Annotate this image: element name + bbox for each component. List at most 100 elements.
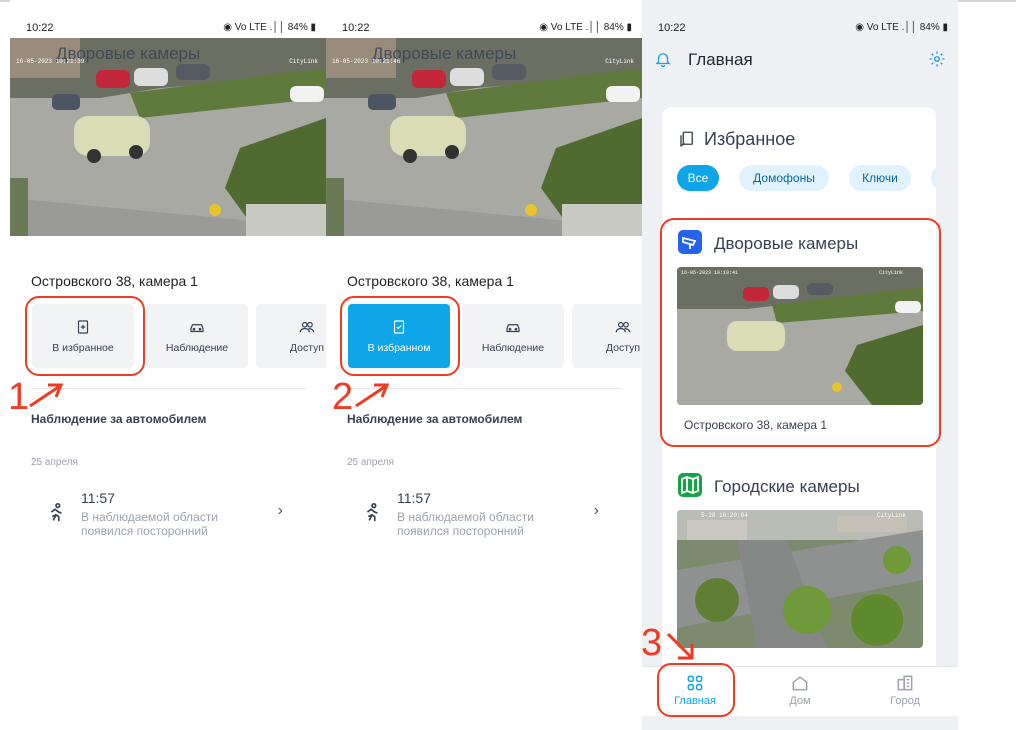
screen-1: 10:22 ◉ Vo LTE .││ 84% ▮ Дворовые камеры…: [10, 0, 326, 730]
event-item[interactable]: 11:57 В наблюдаемой области появился пос…: [31, 488, 291, 544]
section-title: Наблюдение за автомобилем: [31, 412, 207, 426]
yard-thumb-brand: CityLink: [879, 270, 903, 276]
step-1-label: 1: [8, 376, 30, 418]
app-header: Главная: [642, 38, 958, 82]
camera-title: Островского 38, камера 1: [347, 273, 514, 289]
event-item[interactable]: 11:57 В наблюдаемой области появился пос…: [347, 488, 607, 544]
nav-home[interactable]: Главная: [660, 673, 730, 707]
divider: [31, 388, 306, 389]
running-person-icon: [50, 503, 62, 522]
add-favorite-label: В избранное: [52, 342, 114, 354]
camera-timestamp: 16-05-2023 10:21:46: [332, 58, 401, 65]
status-time: 10:22: [658, 22, 686, 34]
bottom-navigation: Главная Дом Город: [642, 666, 958, 716]
in-favorites-label: В избранном: [367, 342, 431, 354]
chevron-right-icon: ›: [593, 502, 599, 519]
status-right: ◉ Vo LTE .││ 84% ▮: [223, 22, 316, 33]
camera-scene-image: [326, 38, 642, 236]
city-thumb-timestamp: 5-20 10:20:04: [701, 512, 748, 519]
status-bar: 10:22 ◉ Vo LTE .││ 84% ▮: [658, 22, 948, 36]
section-title: Наблюдение за автомобилем: [347, 412, 523, 426]
bookmark-plus-icon: [77, 320, 89, 334]
screen-3: 10:22 ◉ Vo LTE .││ 84% ▮ Главная Избранн…: [642, 0, 958, 730]
access-button[interactable]: Доступ: [572, 304, 642, 368]
status-right: ◉ Vo LTE .││ 84% ▮: [539, 22, 632, 33]
status-time: 10:22: [26, 22, 54, 34]
signal-icons: ◉ Vo LTE .││: [855, 22, 920, 33]
chevron-right-icon: ›: [277, 502, 283, 519]
access-label: Доступ: [605, 342, 641, 354]
battery-level: 84%: [287, 22, 308, 33]
chip-intercoms[interactable]: Домофоны: [739, 165, 829, 191]
surveillance-button[interactable]: Наблюдение: [462, 304, 564, 368]
users-icon: [299, 321, 315, 333]
city-map-icon: [678, 473, 702, 497]
camera-video[interactable]: Дворовые камеры 16-05-2023 10:21:39 City…: [10, 38, 326, 236]
battery-level: 84%: [603, 22, 624, 33]
group-city-cameras-label: Городские камеры: [714, 477, 860, 496]
city-buildings-icon: [897, 675, 913, 691]
surveillance-label: Наблюдение: [165, 342, 229, 354]
battery-level: 84%: [919, 22, 940, 33]
chip-keys[interactable]: Ключи: [849, 165, 911, 191]
favorites-card: Избранное Все Домофоны Ключи Дворовые ка…: [662, 107, 936, 707]
add-favorite-button[interactable]: В избранное: [32, 304, 134, 368]
status-right: ◉ Vo LTE .││ 84% ▮: [855, 22, 948, 33]
camera-brand: CityLink: [289, 58, 318, 65]
camera-icon: [678, 230, 702, 254]
house-icon: [792, 676, 808, 691]
chip-more[interactable]: [931, 165, 936, 191]
divider: [347, 388, 622, 389]
event-date: 25 апреля: [31, 457, 78, 468]
signal-icons: ◉ Vo LTE .││: [223, 22, 288, 33]
favorites-title-text: Избранное: [704, 129, 796, 149]
group-yard-cameras-label: Дворовые камеры: [714, 234, 859, 253]
nav-house[interactable]: Дом: [765, 673, 835, 707]
nav-city[interactable]: Город: [870, 673, 940, 707]
action-buttons: В избранном Наблюдение Доступ: [346, 304, 642, 368]
step-2-label: 2: [332, 376, 354, 418]
yard-camera-thumbnail[interactable]: 16-05-2023 10:19:41 CityLink: [677, 267, 923, 405]
surveillance-label: Наблюдение: [481, 342, 545, 354]
status-time: 10:22: [342, 22, 370, 34]
group-yard-cameras-title[interactable]: Дворовые камеры: [678, 230, 858, 254]
event-text: В наблюдаемой области появился посторонн…: [81, 510, 218, 538]
gear-icon[interactable]: [928, 50, 946, 68]
grid-icon: [687, 675, 703, 691]
screen-2: 10:22 ◉ Vo LTE .││ 84% ▮ Дворовые камеры…: [326, 0, 642, 730]
in-favorites-button[interactable]: В избранном: [348, 304, 450, 368]
yard-thumb-timestamp: 16-05-2023 10:19:41: [681, 270, 738, 276]
camera-title: Островского 38, камера 1: [31, 273, 198, 289]
car-eye-icon: [190, 324, 204, 333]
car-eye-icon: [506, 324, 520, 333]
running-person-icon: [366, 503, 378, 522]
chip-all[interactable]: Все: [677, 165, 719, 191]
bookmarks-icon: [680, 131, 693, 147]
group-city-cameras-title[interactable]: Городские камеры: [678, 473, 860, 497]
event-time: 11:57: [397, 490, 431, 506]
city-camera-thumbnail[interactable]: 5-20 10:20:04 CityLink: [677, 510, 923, 648]
nav-house-label: Дом: [789, 695, 811, 707]
step-3-label: 3: [641, 622, 663, 664]
surveillance-button[interactable]: Наблюдение: [146, 304, 248, 368]
camera-brand: CityLink: [605, 58, 634, 65]
signal-icons: ◉ Vo LTE .││: [539, 22, 604, 33]
event-text: В наблюдаемой области появился посторонн…: [397, 510, 534, 538]
camera-timestamp: 16-05-2023 10:21:39: [16, 58, 85, 65]
city-thumb-brand: CityLink: [877, 512, 906, 519]
action-buttons: В избранное Наблюдение Доступ: [30, 304, 326, 368]
favorites-title: Избранное: [678, 129, 795, 150]
event-time: 11:57: [81, 490, 115, 506]
bell-icon[interactable]: [654, 50, 672, 68]
event-date: 25 апреля: [347, 457, 394, 468]
nav-city-label: Город: [890, 695, 920, 707]
access-button[interactable]: Доступ: [256, 304, 326, 368]
yard-scene-image: 16-05-2023 10:19:41 CityLink: [677, 267, 923, 405]
camera-video[interactable]: Дворовые камеры 16-05-2023 10:21:46 City…: [326, 38, 642, 236]
page-title: Главная: [688, 50, 753, 69]
nav-home-label: Главная: [674, 695, 716, 707]
access-label: Доступ: [289, 342, 325, 354]
city-scene-image: 5-20 10:20:04 CityLink: [677, 510, 923, 648]
camera-scene-image: [10, 38, 326, 236]
status-bar: 10:22 ◉ Vo LTE .││ 84% ▮: [342, 22, 632, 36]
